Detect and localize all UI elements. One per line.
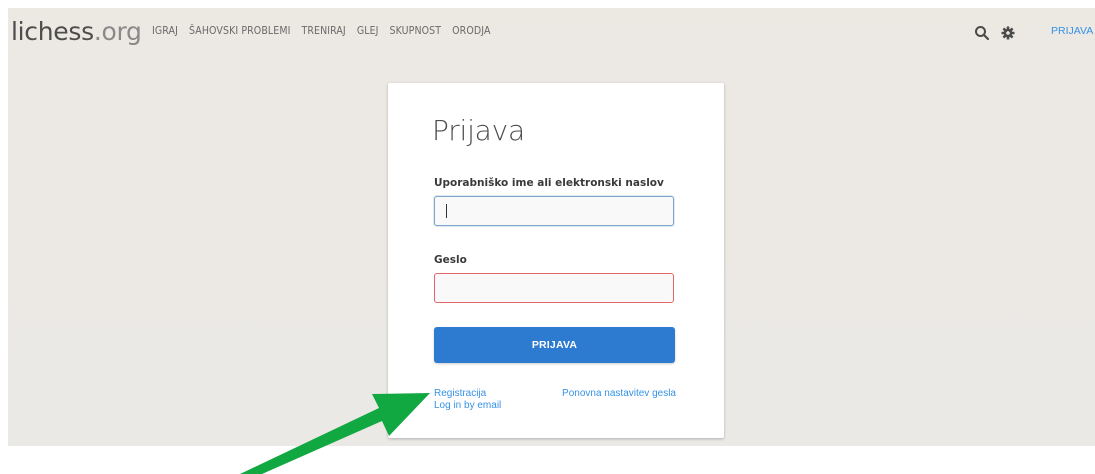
nav-item-tools[interactable]: ORODJA: [452, 25, 490, 37]
page-title: Prijava: [432, 114, 525, 147]
email-login-link[interactable]: Log in by email: [434, 400, 501, 412]
login-card: Prijava Uporabniško ime ali elektronski …: [388, 83, 724, 438]
gear-icon[interactable]: [1000, 25, 1016, 41]
signin-submit-button[interactable]: PRIJAVA: [434, 327, 675, 363]
reset-password-link[interactable]: Ponovna nastavitev gesla: [562, 388, 676, 400]
logo-suffix-text: .org: [93, 17, 142, 46]
annotation-arrow-icon: [240, 393, 430, 474]
nav-item-puzzles[interactable]: ŠAHOVSKI PROBLEMI: [189, 25, 290, 37]
login-links-left: Registracija Log in by email: [434, 388, 501, 412]
top-icons: [974, 25, 1016, 41]
search-icon[interactable]: [974, 25, 990, 41]
username-field[interactable]: [434, 196, 674, 226]
username-label: Uporabniško ime ali elektronski naslov: [434, 177, 664, 189]
nav-item-play[interactable]: IGRAJ: [152, 25, 178, 37]
register-link[interactable]: Registracija: [434, 388, 501, 400]
top-bar: lichess.org IGRAJ ŠAHOVSKI PROBLEMI TREN…: [8, 8, 1095, 58]
page-background: lichess.org IGRAJ ŠAHOVSKI PROBLEMI TREN…: [8, 8, 1095, 446]
password-field[interactable]: [434, 273, 674, 303]
nav-item-learn[interactable]: TRENIRAJ: [301, 25, 345, 37]
nav-item-watch[interactable]: GLEJ: [357, 25, 379, 37]
main-nav: IGRAJ ŠAHOVSKI PROBLEMI TRENIRAJ GLEJ SK…: [152, 25, 491, 37]
nav-item-community[interactable]: SKUPNOST: [390, 25, 442, 37]
text-caret: [446, 204, 447, 218]
site-logo[interactable]: lichess.org: [11, 18, 142, 46]
logo-main-text: lichess: [11, 17, 94, 46]
signin-link[interactable]: PRIJAVA: [1051, 25, 1093, 37]
password-label: Geslo: [434, 254, 467, 266]
